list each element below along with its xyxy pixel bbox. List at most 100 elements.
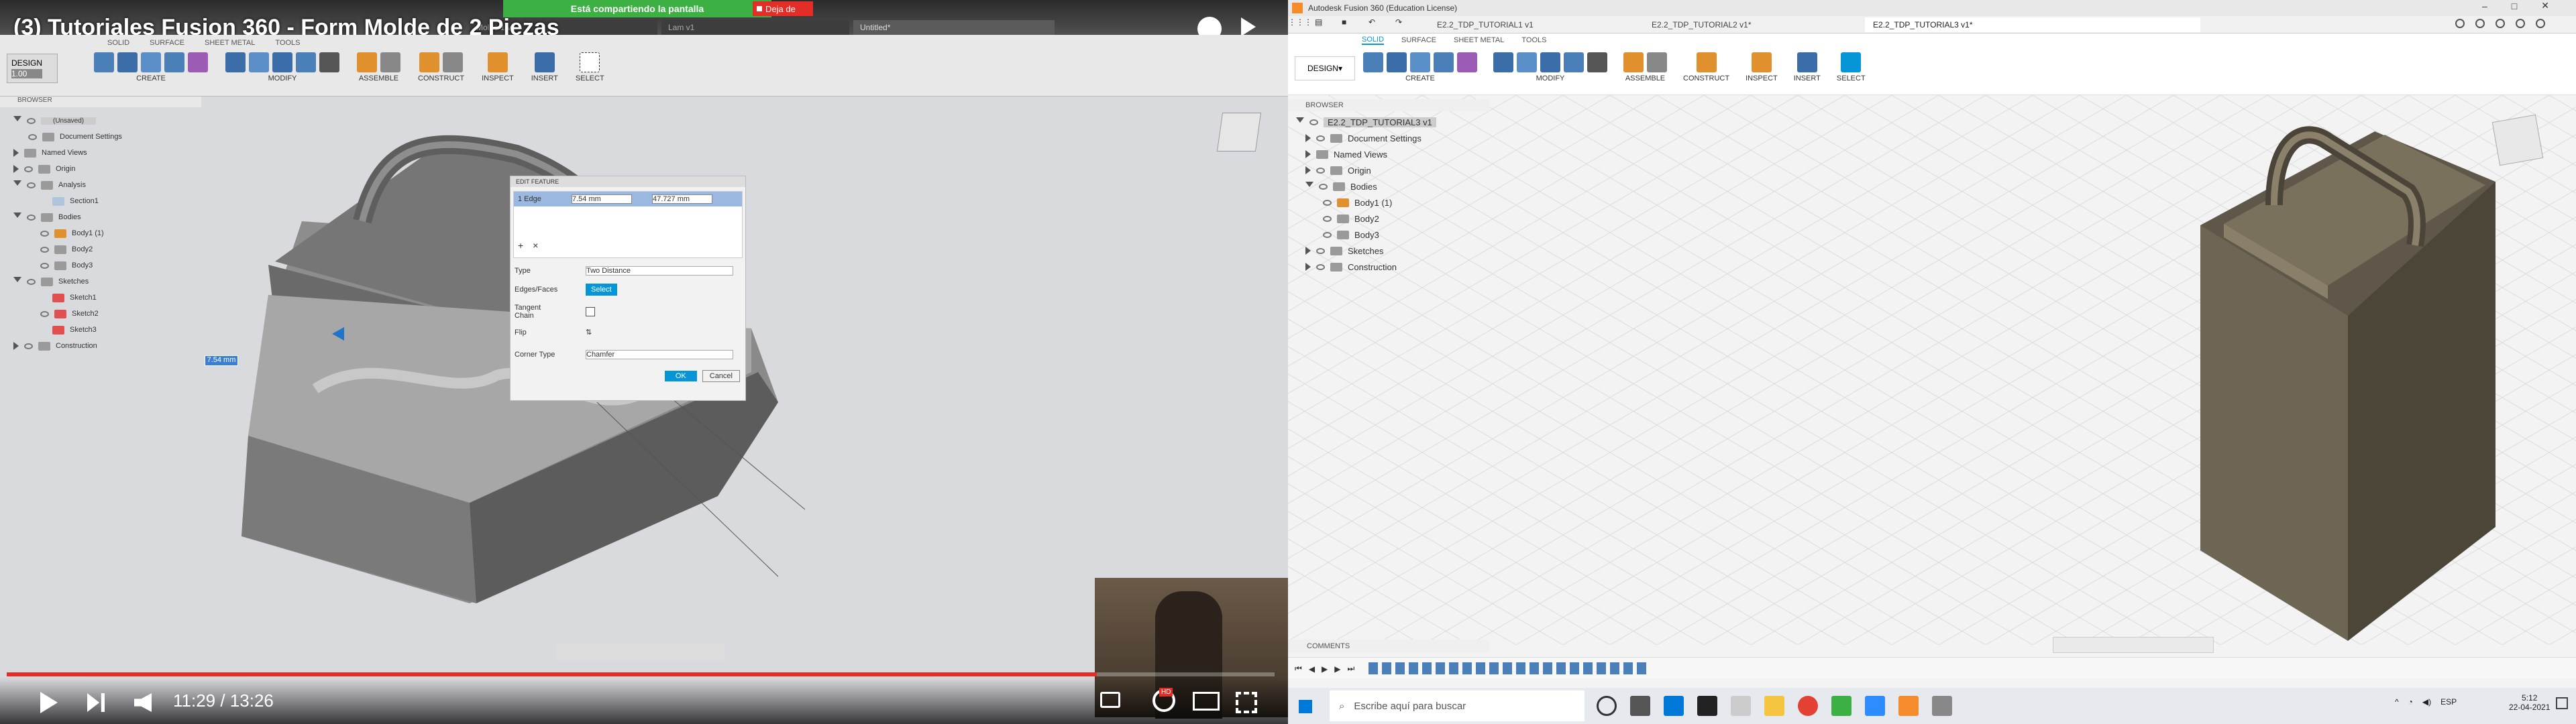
- arrow-manipulator-icon[interactable]: [332, 327, 344, 341]
- measure-icon[interactable]: [487, 52, 508, 72]
- grid-menu-icon[interactable]: ⋮⋮⋮: [1288, 17, 1315, 27]
- tab-tools[interactable]: TOOLS: [275, 39, 300, 47]
- calculator-icon[interactable]: [1664, 696, 1684, 716]
- doc-tab[interactable]: E2.2_TDP_TUTORIAL2 v1*: [1644, 17, 1865, 32]
- save-icon[interactable]: ■: [1342, 17, 1368, 27]
- create-group[interactable]: CREATE: [1363, 52, 1477, 82]
- new-sketch-icon[interactable]: [94, 52, 114, 72]
- fillet-icon[interactable]: [249, 52, 269, 72]
- viewcube[interactable]: [1216, 113, 1262, 152]
- extrude-icon[interactable]: [1387, 52, 1407, 72]
- chevron-up-icon[interactable]: ^: [2395, 697, 2399, 707]
- cancel-button[interactable]: Cancel: [702, 370, 740, 382]
- flip-icon[interactable]: ⇅: [586, 328, 592, 337]
- fusion-taskbar-icon[interactable]: [1898, 696, 1919, 716]
- doc-tab[interactable]: E2.2_TDP_TUTORIAL1 v1: [1429, 17, 1644, 32]
- sweep-icon[interactable]: [164, 52, 184, 72]
- tree-item[interactable]: Document Settings: [1296, 130, 1538, 146]
- remove-icon[interactable]: ×: [533, 240, 538, 251]
- measure-icon[interactable]: [1751, 52, 1772, 72]
- chrome-icon[interactable]: [1798, 696, 1818, 716]
- tree-item[interactable]: Origin: [1296, 162, 1538, 178]
- profile-icon[interactable]: [2536, 19, 2545, 28]
- cortana-icon[interactable]: [1597, 696, 1617, 716]
- distance-two-input[interactable]: 47.727 mm: [652, 194, 712, 204]
- fullscreen-icon[interactable]: [1236, 692, 1257, 713]
- shell-icon[interactable]: [1564, 52, 1584, 72]
- fillet-icon[interactable]: [1517, 52, 1537, 72]
- construct-group[interactable]: CONSTRUCT: [1683, 52, 1729, 82]
- task-view-icon[interactable]: [1630, 696, 1650, 716]
- inspect-group[interactable]: INSPECT: [1746, 52, 1778, 82]
- inspect-group[interactable]: INSPECT: [482, 52, 514, 82]
- timeline-end-icon[interactable]: ⏭: [1348, 664, 1355, 674]
- snip-icon[interactable]: [1731, 696, 1751, 716]
- history-icon[interactable]: [2496, 19, 2505, 28]
- tangent-checkbox[interactable]: [586, 307, 595, 316]
- type-select[interactable]: Two Distance: [586, 266, 733, 276]
- create-group[interactable]: CREATE: [94, 52, 208, 82]
- sweep-icon[interactable]: [1434, 52, 1454, 72]
- assemble-group[interactable]: ASSEMBLE: [357, 52, 400, 82]
- timeline-features[interactable]: [1368, 662, 1650, 674]
- tab-sheet-metal[interactable]: SHEET METAL: [205, 39, 255, 47]
- ok-button[interactable]: OK: [664, 371, 697, 381]
- tab-surface[interactable]: SURFACE: [1401, 36, 1436, 44]
- taskbar-search[interactable]: ⌕ Escribe aquí para buscar: [1330, 690, 1585, 721]
- jobs-icon[interactable]: [2516, 19, 2525, 28]
- revolve-icon[interactable]: [1410, 52, 1430, 72]
- corner-select[interactable]: Chamfer: [586, 350, 733, 359]
- browser-header[interactable]: BROWSER: [0, 97, 201, 107]
- new-component-icon[interactable]: [1623, 52, 1644, 72]
- shell-icon[interactable]: [296, 52, 316, 72]
- add-icon[interactable]: +: [518, 240, 523, 251]
- redo-icon[interactable]: ↷: [1395, 17, 1422, 27]
- subtitles-icon[interactable]: [1100, 692, 1120, 708]
- extrude-icon[interactable]: [117, 52, 138, 72]
- nav-bar[interactable]: [2053, 637, 2214, 653]
- clock[interactable]: 5:12 22-04-2021: [2509, 693, 2550, 712]
- zoom-icon[interactable]: [1865, 696, 1885, 716]
- maximize-icon[interactable]: □: [2512, 1, 2517, 11]
- undo-icon[interactable]: ↶: [1368, 17, 1395, 27]
- axis-icon[interactable]: [443, 52, 464, 72]
- design-workspace-button[interactable]: DESIGN 1.00: [7, 54, 58, 83]
- tree-root[interactable]: E2.2_TDP_TUTORIAL3 v1: [1296, 114, 1538, 130]
- construct-group[interactable]: CONSTRUCT: [418, 52, 464, 82]
- tree-item[interactable]: Body3: [1296, 227, 1538, 243]
- tab-solid[interactable]: SOLID: [1362, 36, 1385, 45]
- new-sketch-icon[interactable]: [1363, 52, 1383, 72]
- select-edges-button[interactable]: Select: [586, 284, 617, 296]
- select-group[interactable]: SELECT: [1837, 52, 1866, 82]
- distance-one-input[interactable]: 7.54 mm: [572, 194, 632, 204]
- offset-plane-icon[interactable]: [1696, 52, 1717, 72]
- revolve-icon[interactable]: [141, 52, 161, 72]
- timeline-start-icon[interactable]: ⏮: [1295, 664, 1302, 674]
- tree-item[interactable]: Body2: [1296, 210, 1538, 227]
- tab-sheet-metal[interactable]: SHEET METAL: [1454, 36, 1504, 44]
- file-icon[interactable]: ▤: [1315, 17, 1342, 27]
- tree-item[interactable]: Sketches: [1296, 243, 1538, 259]
- timeline-prev-icon[interactable]: ◀: [1309, 664, 1315, 674]
- volume-icon[interactable]: ◀): [2422, 697, 2431, 707]
- new-component-icon[interactable]: [357, 52, 377, 72]
- design-workspace-button[interactable]: DESIGN ▾: [1295, 56, 1355, 80]
- tab-tools[interactable]: TOOLS: [1521, 36, 1546, 44]
- joint-icon[interactable]: [380, 52, 400, 72]
- network-icon[interactable]: ◔: [2408, 697, 2413, 707]
- tab-surface[interactable]: SURFACE: [150, 39, 184, 47]
- insert-image-icon[interactable]: [534, 52, 555, 72]
- tree-item[interactable]: Body1 (1): [1296, 194, 1538, 210]
- timeline-play-icon[interactable]: ▶: [1322, 664, 1328, 674]
- press-pull-icon[interactable]: [225, 52, 246, 72]
- cast-icon[interactable]: [1193, 692, 1220, 711]
- help-icon[interactable]: [2455, 19, 2465, 28]
- insert-group[interactable]: INSERT: [531, 52, 558, 82]
- press-pull-icon[interactable]: [1493, 52, 1513, 72]
- chamfer-icon[interactable]: [272, 52, 292, 72]
- meet-icon[interactable]: [1831, 696, 1851, 716]
- dimension-input[interactable]: 7.54 mm: [205, 355, 238, 366]
- insert-group[interactable]: INSERT: [1794, 52, 1821, 82]
- move-icon[interactable]: [1587, 52, 1607, 72]
- comments-panel[interactable]: COMMENTS: [1288, 640, 1489, 653]
